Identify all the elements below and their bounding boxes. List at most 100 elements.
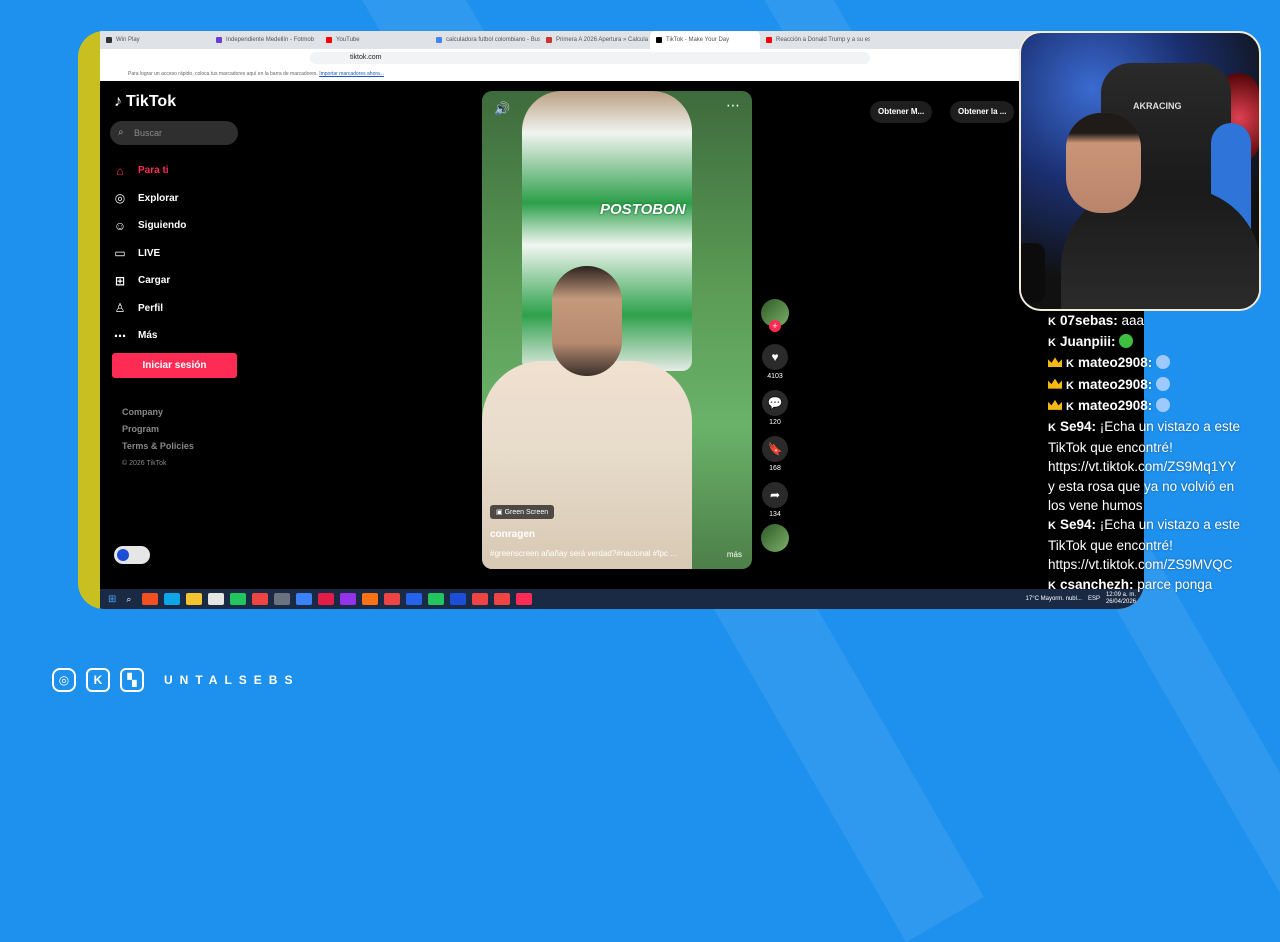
chat-username[interactable]: mateo2908: xyxy=(1078,355,1152,370)
chat-message: Kmateo2908: xyxy=(1048,353,1280,374)
weather-status[interactable]: 17°C Mayorm. nubl... xyxy=(1026,596,1082,602)
chat-emote-icon xyxy=(1156,397,1171,412)
chat-username[interactable]: Se94: xyxy=(1060,419,1096,434)
taskbar-app-icon[interactable] xyxy=(164,593,181,605)
taskbar-app-icon[interactable] xyxy=(186,593,203,605)
video-options-icon[interactable]: ⋯ xyxy=(726,97,740,114)
video-username[interactable]: conragen xyxy=(490,529,535,540)
sidebar-item-compass[interactable]: ◎ Explorar xyxy=(112,185,186,213)
taskbar-app-icon[interactable] xyxy=(516,593,533,605)
green-screen-tag[interactable]: ▣ Green Screen xyxy=(490,505,555,519)
sidebar-item-label: Perfil xyxy=(138,302,164,314)
browser-tab[interactable]: YouTube xyxy=(320,31,430,49)
taskbar-app-icon[interactable] xyxy=(208,593,225,605)
sidebar-item-label: Para ti xyxy=(138,165,169,177)
sound-disc-icon[interactable] xyxy=(761,524,789,552)
kick-badge-icon: K xyxy=(1048,520,1056,533)
caption-more-link[interactable]: más xyxy=(727,550,742,559)
browser-tab[interactable]: Primera A 2026 Apertura » Calcula xyxy=(540,31,650,49)
browser-tab-label: calculadora futbol colombiano - Bus xyxy=(446,37,540,43)
taskbar-app-icon[interactable] xyxy=(472,593,489,605)
theme-toggle[interactable] xyxy=(114,546,150,564)
browser-tab[interactable]: Win Play xyxy=(100,31,210,49)
follow-plus-icon[interactable]: + xyxy=(769,320,781,332)
chat-message: K Juanpiii: xyxy=(1048,332,1280,353)
footer-link-program[interactable]: Program xyxy=(122,421,194,438)
sidebar-item-following[interactable]: ☺ Siguiendo xyxy=(112,212,186,240)
taskbar-app-icon[interactable] xyxy=(252,593,269,605)
chat-username[interactable]: Se94: xyxy=(1060,517,1096,532)
tiktok-logo[interactable]: ♪ TikTok xyxy=(114,93,176,111)
chat-message: K 07sebas: aaa xyxy=(1048,311,1280,332)
clock-date: 26/04/2026 xyxy=(1105,599,1136,605)
taskbar-apps xyxy=(139,593,535,605)
chat-message: Kcsanchezh: parce ponga xyxy=(1048,575,1280,593)
get-app-button[interactable]: Obtener M... xyxy=(870,101,933,123)
taskbar-app-icon[interactable] xyxy=(494,593,511,605)
windows-start-icon[interactable]: ⊞ xyxy=(108,594,116,605)
sidebar-item-profile[interactable]: ♙ Perfil xyxy=(112,295,186,323)
video-presenter-head xyxy=(552,266,622,376)
get-desktop-button[interactable]: Obtener la ... xyxy=(950,101,1015,123)
taskbar-app-icon[interactable] xyxy=(274,593,291,605)
bookmarks-hint: Para lograr un acceso rápido, coloca tus… xyxy=(128,71,318,77)
taskbar-app-icon[interactable] xyxy=(318,593,335,605)
sidebar-item-home[interactable]: ⌂ Para ti xyxy=(112,157,186,185)
chat-username[interactable]: Juanpiii: xyxy=(1060,334,1116,349)
taskbar-app-icon[interactable] xyxy=(340,593,357,605)
tab-favicon-icon xyxy=(546,37,552,43)
chat-username[interactable]: 07sebas: xyxy=(1060,313,1118,328)
url-input[interactable]: tiktok.com xyxy=(310,52,870,64)
taskbar-app-icon[interactable] xyxy=(384,593,401,605)
search-input[interactable]: ⌕ Buscar xyxy=(110,121,238,145)
taskbar-app-icon[interactable] xyxy=(450,593,467,605)
chat-text: https://vt.tiktok.com/ZS9Mq1YY xyxy=(1048,459,1237,475)
chat-username[interactable]: csanchezh: xyxy=(1060,577,1134,592)
video-actions: + ♥ 4103 💬 120 🔖 168 ➦ 134 xyxy=(760,299,790,552)
chat-username[interactable]: mateo2908: xyxy=(1078,398,1152,413)
chat-text: https://vt.tiktok.com/ZS9MVQC xyxy=(1048,557,1233,573)
footer-link-terms[interactable]: Terms & Policies xyxy=(122,438,194,455)
footer-link-company[interactable]: Company xyxy=(122,404,194,421)
taskbar-app-icon[interactable] xyxy=(142,593,159,605)
search-icon: ⌕ xyxy=(118,127,124,138)
sidebar-item-live[interactable]: ▭ LIVE xyxy=(112,240,186,268)
sidebar-item-more[interactable]: ⋯ Más xyxy=(112,322,186,350)
live-icon: ▭ xyxy=(114,246,126,261)
share-icon[interactable]: ➦ xyxy=(762,482,788,508)
taskbar-app-icon[interactable] xyxy=(296,593,313,605)
stream-screen: Win Play Independiente Medellín - Fotmob Y… xyxy=(78,31,1144,609)
comment-icon[interactable]: 💬 xyxy=(762,390,788,416)
bookmark-icon[interactable]: 🔖 xyxy=(762,436,788,462)
taskbar-app-icon[interactable] xyxy=(362,593,379,605)
browser-tab[interactable]: calculadora futbol colombiano - Bus xyxy=(430,31,540,49)
taskbar-app-icon[interactable] xyxy=(406,593,423,605)
browser-tab[interactable]: Independiente Medellín - Fotmob xyxy=(210,31,320,49)
compass-icon: ◎ xyxy=(114,191,126,206)
taskbar-app-icon[interactable] xyxy=(428,593,445,605)
clock[interactable]: 12:09 a. m. 26/04/2026 xyxy=(1106,592,1136,606)
login-button[interactable]: Iniciar sesión xyxy=(112,353,237,378)
streamer-face xyxy=(1066,113,1141,213)
chat-username[interactable]: mateo2908: xyxy=(1078,377,1152,392)
kick-badge-icon: K xyxy=(1066,379,1074,392)
chat-message: https://vt.tiktok.com/ZS9Mq1YY xyxy=(1048,457,1280,476)
browser-tab-label: Reacción a Donald Trump y a su esp xyxy=(776,37,870,43)
import-bookmarks-link[interactable]: Importar marcadores ahora... xyxy=(319,71,384,77)
browser-tab-label: Win Play xyxy=(116,37,140,43)
taskbar-search-icon[interactable]: ⌕ xyxy=(126,594,131,605)
sidebar-item-upload[interactable]: ⊞ Cargar xyxy=(112,267,186,295)
video-player[interactable]: POSTOBON 🔊 ⋯ ▣ Green Screen conragen #gr… xyxy=(482,91,752,569)
browser-tab[interactable]: TikTok - Make Your Day xyxy=(650,31,760,49)
sidebar-item-label: Más xyxy=(138,330,158,342)
chat-emote-icon xyxy=(1156,355,1171,370)
kick-badge-icon: K xyxy=(1066,400,1074,413)
volume-icon[interactable]: 🔊 xyxy=(494,101,510,117)
taskbar-app-icon[interactable] xyxy=(230,593,247,605)
chat-message: y esta rosa que ya no volvió en xyxy=(1048,477,1280,496)
browser-tab[interactable]: Reacción a Donald Trump y a su esp xyxy=(760,31,870,49)
social-bar: ◎ K ▚ UNTALSEBS xyxy=(52,668,299,692)
language-indicator[interactable]: ESP xyxy=(1088,596,1100,602)
tab-favicon-icon xyxy=(436,37,442,43)
heart-icon[interactable]: ♥ xyxy=(762,344,788,370)
